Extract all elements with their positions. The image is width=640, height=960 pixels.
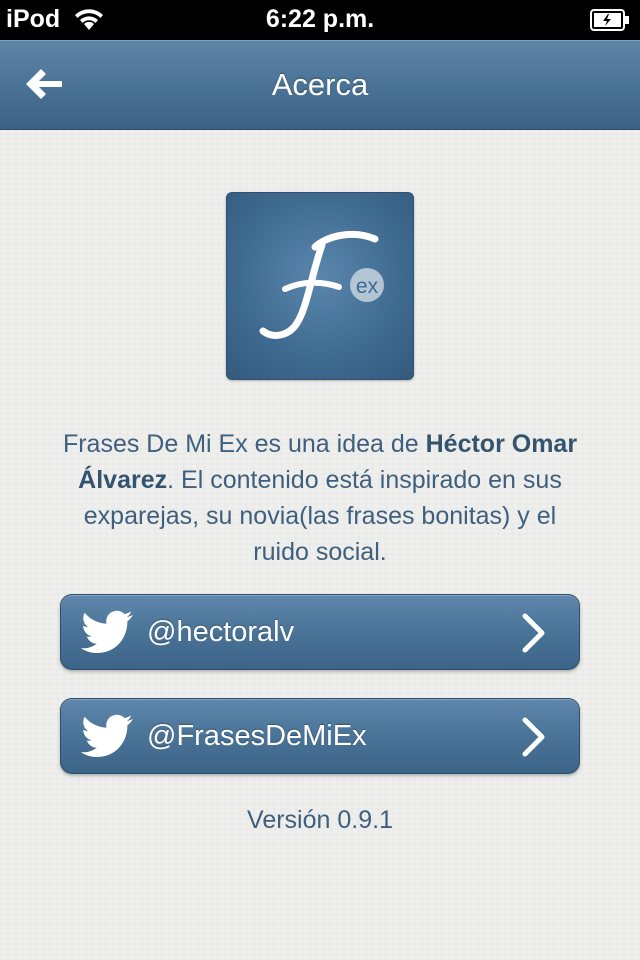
status-time: 6:22 p.m. — [265, 5, 375, 33]
twitter-button-frasesdemiex[interactable]: @FrasesDeMiEx — [60, 698, 580, 774]
battery-charging-icon — [590, 9, 630, 36]
chevron-right-icon — [521, 613, 547, 658]
twitter-handle-label: @FrasesDeMiEx — [147, 720, 367, 752]
twitter-bird-icon — [79, 609, 135, 660]
status-bar: iPod 6:22 p.m. — [0, 0, 640, 40]
chevron-right-icon — [521, 717, 547, 762]
version-label: Versión 0.9.1 — [247, 806, 393, 834]
twitter-button-hectoralv[interactable]: @hectoralv — [60, 594, 580, 670]
page-title: Acerca — [271, 67, 369, 102]
twitter-bird-icon — [79, 713, 135, 764]
app-logo: ex — [226, 192, 414, 380]
about-content: ex Frases De Mi Ex es una idea de Héctor… — [0, 130, 640, 960]
twitter-handle-label: @hectoralv — [147, 616, 295, 648]
svg-text:ex: ex — [356, 275, 379, 298]
navigation-bar: Acerca — [0, 40, 640, 130]
about-description: Frases De Mi Ex es una idea de Héctor Om… — [62, 430, 578, 566]
